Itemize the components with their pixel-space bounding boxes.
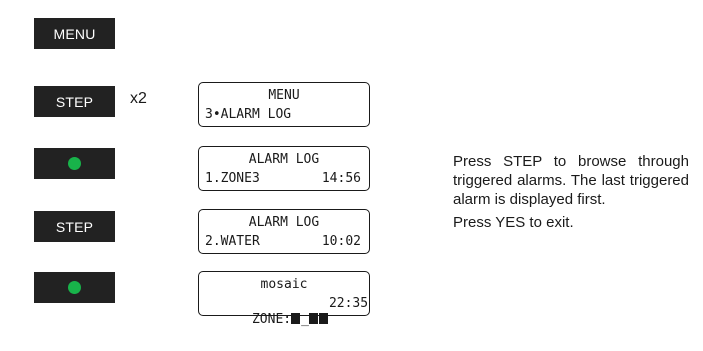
lcd-line-1: MENU [268, 88, 300, 103]
instructions-exit: Press YES to exit. [453, 214, 574, 231]
menu-key-label: MENU [53, 25, 96, 42]
lcd-menu-item: 3•ALARM LOG [205, 107, 292, 122]
lcd-clock: 22:35 [328, 296, 369, 311]
green-dot-icon [68, 157, 81, 170]
step-key-2[interactable]: STEP [34, 211, 115, 242]
lcd-alarm-time: 14:56 [321, 171, 361, 186]
lcd-line-1: mosaic [260, 277, 308, 292]
lcd-line-2: 3•ALARM LOG [205, 107, 361, 123]
lcd-zone-tail: _ [301, 312, 309, 327]
step-key-label: STEP [55, 93, 94, 110]
lcd-alarm-time: 10:02 [321, 234, 361, 249]
lcd-zone-label: ZONE: [251, 312, 292, 327]
green-dot-icon [68, 281, 81, 294]
yes-key[interactable] [34, 148, 115, 179]
zone-block-icon [308, 313, 318, 324]
zone-block-icon [318, 313, 328, 324]
lcd-screen-alarm-log-2: ALARM LOG 2.WATER 10:02 [198, 209, 370, 254]
lcd-line-2: ZONE: _ 22:35 [205, 296, 368, 344]
menu-key[interactable]: MENU [34, 18, 115, 49]
step-repeat-count: x2 [130, 90, 147, 107]
lcd-screen-idle: mosaic ZONE: _ 22:35 [198, 271, 370, 327]
lcd-alarm-entry: 1.ZONE3 [205, 171, 260, 186]
lcd-line-1: ALARM LOG [248, 152, 320, 167]
lcd-line-2: 2.WATER 10:02 [205, 234, 361, 250]
step-key-2-label: STEP [55, 218, 94, 235]
lcd-alarm-entry: 2.WATER [205, 234, 260, 249]
instructions-paragraph: Press STEP to browse through triggered a… [453, 153, 689, 208]
lcd-line-2: 1.ZONE3 14:56 [205, 171, 361, 187]
lcd-zone-status: ZONE: _ [205, 296, 329, 344]
zone-block-icon [291, 313, 301, 324]
yes-key-2[interactable] [34, 272, 115, 303]
lcd-line-1: ALARM LOG [248, 215, 320, 230]
step-key[interactable]: STEP [34, 86, 115, 117]
lcd-screen-alarm-log-1: ALARM LOG 1.ZONE3 14:56 [198, 146, 370, 191]
lcd-screen-menu: MENU 3•ALARM LOG [198, 82, 370, 127]
instructions: Press STEP to browse through triggered a… [453, 152, 689, 232]
